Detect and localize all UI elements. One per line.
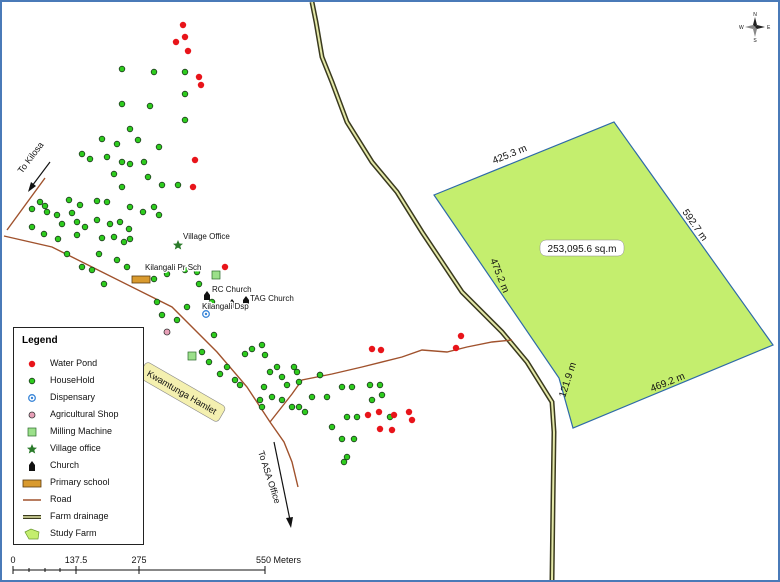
legend-item-household: HouseHold xyxy=(14,374,144,388)
legend: Legend Water Pond HouseHold Dispensary A… xyxy=(13,327,144,545)
legend-label: Road xyxy=(50,494,72,504)
dispensary-icon xyxy=(28,394,36,402)
legend-label: Agricultural Shop xyxy=(50,409,119,419)
legend-item-water-pond: Water Pond xyxy=(14,357,144,371)
svg-text:E: E xyxy=(767,25,771,31)
legend-item-drainage: Farm drainage xyxy=(14,510,144,524)
direction-asa: To ASA Office xyxy=(256,441,293,528)
school-label: Kilangali Pr Sch xyxy=(145,263,201,272)
map-frame: Kwamtunga Hamlet To Kilosa To ASA Office xyxy=(0,0,780,582)
svg-text:550 Meters: 550 Meters xyxy=(256,555,302,565)
farm-icon xyxy=(24,528,40,540)
legend-label: HouseHold xyxy=(50,375,95,385)
legend-item-church: Church xyxy=(14,459,144,473)
hamlet-label: Kwamtunga Hamlet xyxy=(138,362,226,422)
svg-text:Kwamtunga Hamlet: Kwamtunga Hamlet xyxy=(145,368,218,416)
mill-icon xyxy=(27,427,37,437)
legend-item-milling: Milling Machine xyxy=(14,425,144,439)
svg-text:To Kilosa: To Kilosa xyxy=(16,140,46,175)
svg-text:W: W xyxy=(739,25,744,31)
legend-label: Milling Machine xyxy=(50,426,113,436)
direction-kilosa: To Kilosa xyxy=(16,140,51,192)
legend-item-farm: Study Farm xyxy=(14,527,144,541)
village-office-icon: Village Office xyxy=(173,231,232,250)
legend-item-dispensary: Dispensary xyxy=(14,391,144,405)
north-arrow-icon: N S E W xyxy=(739,12,771,44)
legend-label: Farm drainage xyxy=(50,511,109,521)
green-dot-icon xyxy=(28,377,36,385)
legend-label: Dispensary xyxy=(50,392,96,402)
star-icon xyxy=(27,444,37,454)
legend-item-village-office: Village office xyxy=(14,442,144,456)
dispensary-label: Kilangali Dsp xyxy=(202,302,249,311)
legend-item-agri-shop: Agricultural Shop xyxy=(14,408,144,422)
agri-shop-icon xyxy=(28,411,36,419)
svg-text:253,095.6 sq.m: 253,095.6 sq.m xyxy=(548,244,617,255)
dispensary-icon xyxy=(202,310,210,318)
legend-label: Water Pond xyxy=(50,358,98,368)
svg-text:To ASA Office: To ASA Office xyxy=(256,450,282,505)
road-line-icon xyxy=(23,499,41,501)
red-dot-icon xyxy=(28,360,36,368)
svg-text:0: 0 xyxy=(10,555,15,565)
svg-text:137.5: 137.5 xyxy=(65,555,88,565)
legend-label: Village office xyxy=(50,443,101,453)
legend-item-school: Primary school xyxy=(14,476,144,490)
village-office-label: Village Office xyxy=(183,232,230,241)
drainage-line-icon xyxy=(23,515,41,519)
farm-area-label: 253,095.6 sq.m xyxy=(539,239,625,257)
svg-text:S: S xyxy=(753,38,757,44)
rc-church-label: RC Church xyxy=(212,285,252,294)
legend-label: Primary school xyxy=(50,477,110,487)
school-icon xyxy=(22,479,42,488)
legend-item-road: Road xyxy=(14,493,144,507)
legend-title: Legend xyxy=(22,335,58,346)
svg-text:N: N xyxy=(753,12,757,18)
tag-church-label: TAG Church xyxy=(250,294,294,303)
scale-bar: 0 137.5 275 550 Meters xyxy=(10,555,302,574)
legend-label: Study Farm xyxy=(50,528,97,538)
study-farm xyxy=(433,121,774,429)
church-icon xyxy=(29,461,35,471)
svg-text:275: 275 xyxy=(131,555,146,565)
legend-label: Church xyxy=(50,460,80,470)
agricultural-shop-icon xyxy=(163,328,171,336)
